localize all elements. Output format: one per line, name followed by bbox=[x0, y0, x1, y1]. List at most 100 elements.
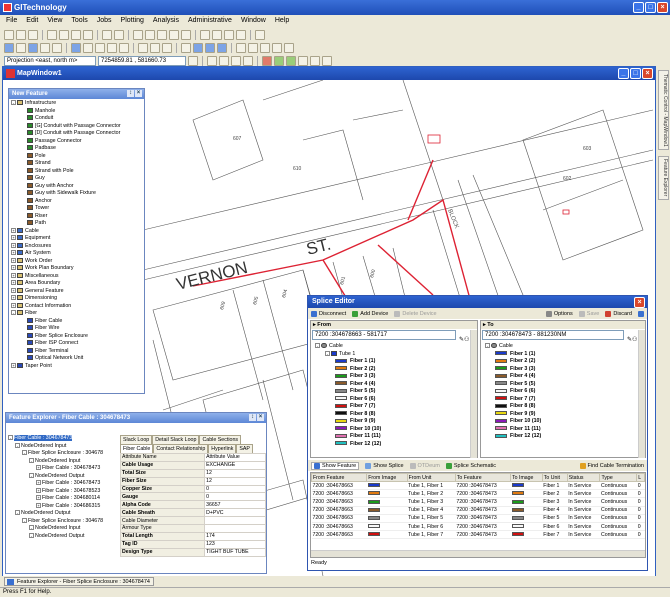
disconnect-button[interactable]: Disconnect bbox=[311, 310, 346, 317]
to-scrollbar[interactable] bbox=[638, 330, 645, 458]
splice-row[interactable]: 7200 :304678663 Tube 1, Fiber 5 7200 :3046… bbox=[311, 514, 645, 523]
undo-icon[interactable] bbox=[102, 29, 112, 40]
otdr-tab[interactable]: OTDeum bbox=[409, 462, 440, 469]
menu-view[interactable]: View bbox=[47, 15, 62, 27]
edit-icon[interactable] bbox=[95, 42, 105, 53]
refresh-icon[interactable] bbox=[181, 29, 191, 40]
property-tab[interactable]: Slack Loop bbox=[120, 435, 153, 444]
new-feature-item[interactable]: Fiber Cable bbox=[11, 318, 142, 326]
new-feature-item[interactable]: + Miscellaneous bbox=[11, 273, 142, 281]
fiber-node[interactable]: Fiber 1 (1) bbox=[311, 358, 477, 366]
device-icon[interactable] bbox=[310, 55, 320, 66]
explorer-node[interactable]: - NodeOrdered Output bbox=[8, 473, 118, 481]
new-feature-item[interactable]: + Air System bbox=[11, 250, 142, 258]
table-icon[interactable] bbox=[52, 42, 62, 53]
expander[interactable]: + bbox=[11, 362, 16, 368]
expander[interactable]: - bbox=[315, 343, 320, 349]
draw-polygon-icon[interactable] bbox=[217, 42, 227, 53]
pin-icon[interactable]: ↕ bbox=[127, 90, 134, 97]
fiber-node[interactable]: Fiber 10 (10) bbox=[481, 418, 645, 426]
new-feature-item[interactable]: + Work Plan Boundary bbox=[11, 265, 142, 273]
explorer-node[interactable]: + Fiber Cable : 304678473 bbox=[8, 465, 118, 473]
splice-schematic-tab[interactable]: Splice Schematic bbox=[445, 462, 496, 469]
panel-close-icon[interactable]: × bbox=[257, 414, 264, 421]
attribute-row[interactable]: Total Length 174 bbox=[119, 531, 266, 541]
query-icon[interactable] bbox=[236, 29, 246, 40]
new-feature-item[interactable]: - Fiber bbox=[11, 310, 142, 318]
new-feature-item[interactable]: Guy with Sidewalk Fixture bbox=[11, 190, 142, 198]
expander[interactable]: + bbox=[36, 465, 41, 471]
expander[interactable]: + bbox=[36, 502, 41, 508]
paste-icon[interactable] bbox=[83, 29, 93, 40]
property-tab[interactable]: Fiber Cable bbox=[120, 444, 154, 453]
find-cable-termination-button[interactable]: Find Cable Termination bbox=[579, 462, 644, 469]
expander[interactable]: + bbox=[36, 487, 41, 493]
new-icon[interactable] bbox=[4, 29, 14, 40]
splice-row[interactable]: 7200 :304678663 Tube 1, Fiber 6 7200 :3046… bbox=[311, 522, 645, 532]
property-tab[interactable]: Hyperlink bbox=[208, 444, 237, 453]
zoom-in-icon[interactable] bbox=[133, 29, 143, 40]
new-feature-item[interactable]: + Enclosures bbox=[11, 243, 142, 251]
new-feature-item[interactable]: Padbase bbox=[11, 145, 142, 153]
discard-button[interactable]: Discard bbox=[605, 310, 632, 317]
splice-row[interactable]: 7200 :304678663 Tube 1, Fiber 1 7200 :3046… bbox=[311, 481, 645, 491]
delete-icon[interactable] bbox=[138, 42, 148, 53]
menu-help[interactable]: Help bbox=[275, 15, 289, 27]
fiber-node[interactable]: Fiber 12 (12) bbox=[311, 441, 477, 449]
menu-administrative[interactable]: Administrative bbox=[188, 15, 232, 27]
expander[interactable]: - bbox=[325, 350, 330, 356]
explorer-node[interactable]: + Fiber Cable : 304680114 bbox=[8, 495, 118, 503]
expander[interactable]: + bbox=[11, 302, 16, 308]
new-feature-item[interactable]: + Dimensioning bbox=[11, 295, 142, 303]
show-splice-tab[interactable]: Show Splice bbox=[365, 462, 404, 469]
pan-icon[interactable] bbox=[169, 29, 179, 40]
fiber-node[interactable]: Fiber 7 (7) bbox=[481, 396, 645, 404]
fiber-node[interactable]: Fiber 5 (5) bbox=[481, 381, 645, 389]
map-close-button[interactable]: × bbox=[642, 68, 653, 79]
new-feature-item[interactable]: Strand with Pole bbox=[11, 168, 142, 176]
explorer-node[interactable]: + Fiber Cable : 304686315 bbox=[8, 503, 118, 511]
fiber-node[interactable]: Fiber 5 (5) bbox=[311, 388, 477, 396]
expander[interactable]: - bbox=[22, 517, 27, 523]
expander[interactable]: + bbox=[36, 495, 41, 501]
fiber-node[interactable]: Fiber 2 (2) bbox=[311, 366, 477, 374]
projection-combo[interactable]: Projection <east, north m> bbox=[4, 55, 96, 66]
fiber-node[interactable]: Fiber 3 (3) bbox=[481, 366, 645, 374]
map-maximize-button[interactable]: □ bbox=[630, 68, 641, 79]
zoom-out-icon[interactable] bbox=[145, 29, 155, 40]
select-icon[interactable] bbox=[200, 29, 210, 40]
grid-column-header[interactable]: To Feature bbox=[454, 473, 512, 482]
vertex-icon[interactable] bbox=[207, 55, 217, 66]
map-minimize-button[interactable]: _ bbox=[618, 68, 629, 79]
new-feature-item[interactable]: [G] Conduit with Passage Connector bbox=[11, 123, 142, 131]
explorer-node[interactable]: - NodeOrdered Output bbox=[8, 533, 118, 541]
explorer-node[interactable]: - Fiber Splice Enclosure : 304678 bbox=[8, 450, 118, 458]
fiber-node[interactable]: Fiber 11 (11) bbox=[481, 426, 645, 434]
add-device-button[interactable]: Add Device bbox=[352, 310, 388, 317]
attribute-row[interactable]: Armour Type bbox=[119, 524, 266, 533]
expander[interactable]: + bbox=[11, 287, 16, 293]
new-feature-item[interactable]: Anchor bbox=[11, 198, 142, 206]
terminal-icon[interactable] bbox=[322, 55, 332, 66]
attribute-row[interactable]: Total Size 12 bbox=[119, 468, 266, 478]
fiber-node[interactable]: Fiber 10 (10) bbox=[311, 426, 477, 434]
new-feature-item[interactable]: + Contact Information bbox=[11, 303, 142, 311]
panel-close-icon[interactable]: × bbox=[135, 90, 142, 97]
new-feature-item[interactable]: Guy with Anchor bbox=[11, 183, 142, 191]
grid-column-header[interactable]: Type bbox=[599, 473, 638, 482]
new-feature-item[interactable]: + Work Order bbox=[11, 258, 142, 266]
menu-file[interactable]: File bbox=[6, 15, 17, 27]
fiber-node[interactable]: Fiber 2 (2) bbox=[481, 358, 645, 366]
new-feature-item[interactable]: Fiber Terminal bbox=[11, 348, 142, 356]
new-feature-item[interactable]: Path bbox=[11, 220, 142, 228]
explorer-node[interactable]: - Fiber Cable : 304678473 bbox=[8, 435, 118, 443]
expander[interactable]: - bbox=[11, 310, 16, 316]
grid-column-header[interactable]: Status bbox=[566, 473, 601, 482]
expander[interactable]: - bbox=[8, 435, 13, 441]
copy-feature-icon[interactable] bbox=[150, 42, 160, 53]
explorer-node[interactable]: - NodeOrdered Input bbox=[8, 525, 118, 533]
options-button[interactable]: Options bbox=[545, 310, 573, 317]
draw-line-icon[interactable] bbox=[193, 42, 203, 53]
new-feature-item[interactable]: Riser bbox=[11, 213, 142, 221]
network-icon[interactable] bbox=[231, 55, 241, 66]
